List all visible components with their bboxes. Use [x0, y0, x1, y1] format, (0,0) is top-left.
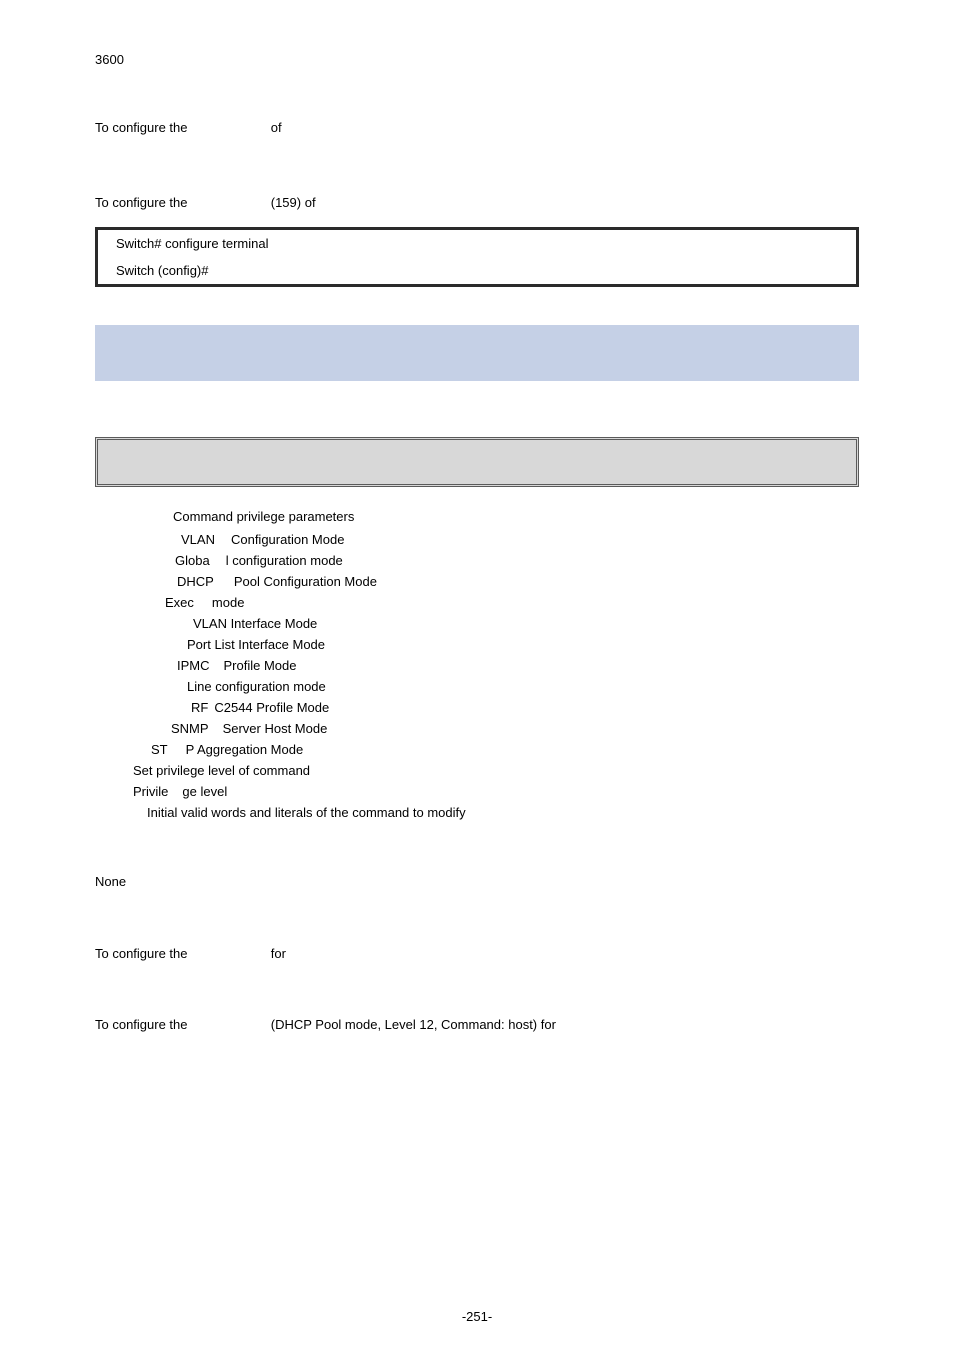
param-tail-b: ge level: [182, 784, 227, 799]
section-banner: [95, 325, 859, 381]
outro-line-1: To configure the for: [95, 944, 859, 964]
param-desc: l configuration mode: [226, 553, 859, 568]
syntax-box: [95, 437, 859, 487]
param-row: Port List Interface Mode: [187, 637, 859, 652]
outro-line-2: To configure the (DHCP Pool mode, Level …: [95, 1015, 859, 1035]
default-none: None: [95, 872, 859, 892]
param-label: SNMP: [171, 721, 209, 736]
param-desc: Port List Interface Mode: [187, 637, 859, 652]
terminal-line-1: Switch# configure terminal: [98, 230, 856, 257]
param-row: IPMC Profile Mode: [177, 658, 859, 673]
param-row: DHCP Pool Configuration Mode: [177, 574, 859, 589]
param-heading: Command privilege parameters: [173, 507, 859, 527]
intro-line-2: To configure the (159) of: [95, 193, 859, 213]
terminal-box: Switch# configure terminal Switch (confi…: [95, 227, 859, 287]
param-tail-text: Set privilege level of command: [133, 763, 310, 778]
param-row: VLAN Configuration Mode: [181, 532, 859, 547]
param-label: RF: [191, 700, 208, 715]
param-label: Globa: [175, 553, 210, 568]
intro1-prefix: To configure the: [95, 120, 191, 135]
outro2-mid: (DHCP Pool mode, Level 12, Command: host…: [271, 1017, 556, 1032]
param-row: Exec mode: [165, 595, 859, 610]
param-desc: C2544 Profile Mode: [214, 700, 859, 715]
param-desc: VLAN Interface Mode: [193, 616, 859, 631]
param-tail-row: Initial valid words and literals of the …: [147, 805, 859, 820]
outro1-prefix: To configure the: [95, 946, 191, 961]
header-left: 3600: [95, 50, 859, 70]
outro2-prefix: To configure the: [95, 1017, 191, 1032]
page-number: -251-: [0, 1309, 954, 1324]
param-desc: Configuration Mode: [231, 532, 859, 547]
intro2-mid: (159) of: [271, 195, 316, 210]
param-desc: mode: [212, 595, 859, 610]
param-gap: [209, 721, 223, 736]
param-tail-row: Set privilege level of command: [133, 763, 859, 778]
intro2-prefix: To configure the: [95, 195, 191, 210]
intro-line-1: To configure the of: [95, 118, 859, 138]
param-gap: [210, 658, 224, 673]
param-row: VLAN Interface Mode: [193, 616, 859, 631]
param-row: SNMP Server Host Mode: [171, 721, 859, 736]
param-label: VLAN: [181, 532, 215, 547]
param-tail-text: Initial valid words and literals of the …: [147, 805, 466, 820]
terminal-line-2: Switch (config)#: [98, 257, 856, 284]
param-desc: P Aggregation Mode: [186, 742, 859, 757]
param-label: Exec: [165, 595, 194, 610]
param-label: DHCP: [177, 574, 214, 589]
param-gap: [210, 553, 226, 568]
param-label: ST: [151, 742, 168, 757]
param-label: IPMC: [177, 658, 210, 673]
param-gap: [168, 742, 186, 757]
param-row: Globa l configuration mode: [175, 553, 859, 568]
param-row: RF C2544 Profile Mode: [191, 700, 859, 715]
param-desc: Server Host Mode: [223, 721, 859, 736]
param-tail-a: Privile: [133, 784, 168, 799]
param-row: Line configuration mode: [187, 679, 859, 694]
intro1-mid: of: [271, 120, 282, 135]
param-desc: Line configuration mode: [187, 679, 859, 694]
param-tail-row: Privile ge level: [133, 784, 859, 799]
param-gap: [214, 574, 234, 589]
param-tail-gap: [168, 784, 182, 799]
page-root: 3600 To configure the of To configure th…: [0, 0, 954, 1350]
outro1-mid: for: [271, 946, 286, 961]
param-row: ST P Aggregation Mode: [151, 742, 859, 757]
param-desc: Pool Configuration Mode: [234, 574, 859, 589]
parameter-list: Command privilege parameters VLAN Configu…: [95, 507, 859, 821]
param-gap: [194, 595, 212, 610]
param-gap: [215, 532, 231, 547]
param-desc: Profile Mode: [224, 658, 860, 673]
